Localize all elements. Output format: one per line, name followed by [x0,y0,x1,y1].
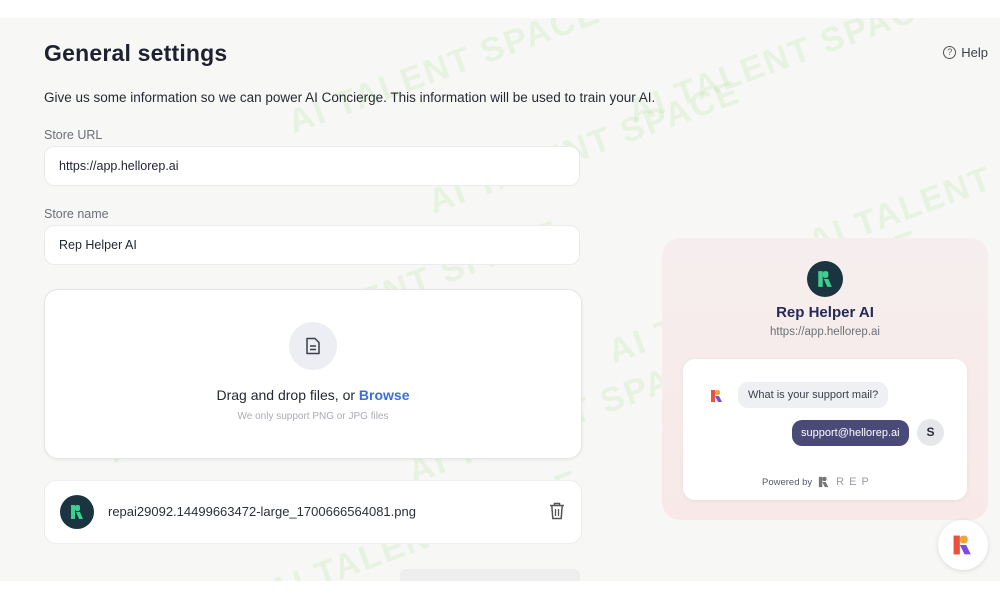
question-circle-icon: ? [943,46,957,59]
document-icon [289,322,337,370]
bot-message: What is your support mail? [738,382,889,408]
chat-preview-panel: Rep Helper AI https://app.hellorep.ai Wh… [662,238,988,520]
file-name: repai29092.14499663472-large_17006665640… [108,504,416,519]
dropzone-hint: We only support PNG or JPG files [237,411,389,422]
store-logo [807,261,843,297]
powered-by: Powered by REP [762,476,874,488]
store-url-input[interactable] [44,146,580,186]
file-dropzone[interactable]: Drag and drop files, or Browse We only s… [44,289,582,459]
chat-launcher-button[interactable] [938,520,988,570]
page-title: General settings [44,40,228,66]
browse-link[interactable]: Browse [359,387,410,403]
trash-icon[interactable] [549,502,565,525]
watermark: AI TALENT SPACE [283,18,606,142]
rep-logo-icon [71,505,83,519]
rep-launcher-icon [953,535,971,555]
user-message: support@hellorep.ai [792,420,909,446]
dropzone-prompt: Drag and drop files, or Browse [45,387,581,403]
chat-window: What is your support mail? support@hello… [683,359,967,500]
uploaded-file-row: repai29092.14499663472-large_17006665640… [44,480,582,544]
store-name-input[interactable] [44,225,580,265]
next-field-fragment [400,569,580,581]
rep-brand: REP [836,476,874,488]
store-url-label: Store URL [44,128,103,142]
dropzone-prompt-text: Drag and drop files, or [216,387,356,403]
main-canvas: AI TALENT SPACE AI TALENT SPACE AI TALEN… [0,18,1000,581]
rep-mark-icon [819,476,829,488]
rep-logo-icon [818,271,832,287]
intro-text: Give us some information so we can power… [44,90,656,105]
store-name-label: Store name [44,207,109,221]
file-thumbnail [60,495,94,529]
preview-store-name: Rep Helper AI [776,304,874,321]
rep-bot-icon [710,389,724,408]
help-label: Help [961,45,988,60]
powered-by-label: Powered by [762,476,813,488]
user-avatar: S [917,419,944,446]
help-link[interactable]: ? Help [943,45,988,60]
watermark: AI TALENT SPACE [623,18,946,132]
preview-store-url: https://app.hellorep.ai [770,326,880,338]
